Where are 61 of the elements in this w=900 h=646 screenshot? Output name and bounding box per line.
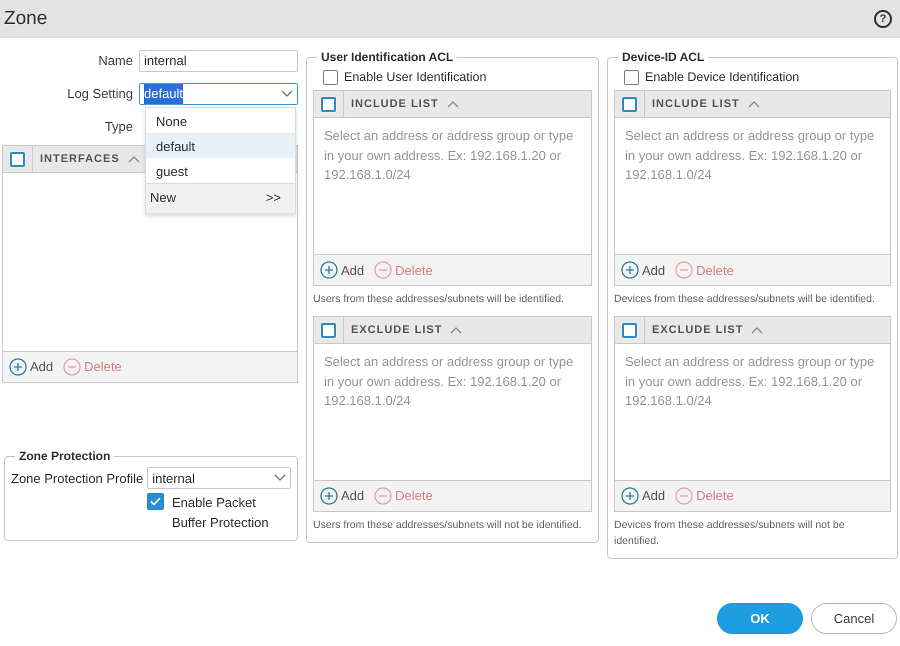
add-button[interactable]: Add (621, 486, 666, 506)
delete-icon (675, 261, 694, 280)
empty-list-hint: Select an address or address group or type in your own address. Ex: 192.168.1.20 or 192.168.1.0/24 (625, 353, 876, 410)
add-button[interactable]: Add (320, 486, 364, 506)
field-label: Name (97, 52, 134, 70)
add-button[interactable]: Add (621, 260, 666, 280)
empty-list-hint: Select an address or address group or type in your own address. Ex: 192.168.1.20 or 192.168.1.0/24 (324, 127, 574, 184)
help-text: Devices from these addresses/subnets will be identified. (614, 292, 876, 308)
checkbox[interactable] (624, 70, 639, 85)
section-legend: User Identification ACL (317, 50, 458, 64)
empty-list-hint: Select an address or address group or type in your own address. Ex: 192.168.1.20 or 192.168.1.0/24 (625, 127, 876, 184)
add-icon (621, 261, 639, 280)
checkbox[interactable] (323, 70, 338, 85)
add-icon (320, 487, 338, 506)
field-label: Log Setting (66, 85, 134, 104)
delete-icon (63, 358, 82, 376)
sort-icon[interactable] (128, 155, 140, 163)
window-title: Zone (4, 8, 48, 30)
add-button[interactable]: Add (9, 357, 54, 377)
input-field[interactable]: internal (139, 50, 298, 72)
checkbox[interactable] (622, 322, 637, 338)
checkbox-label: Enable Device Identification (645, 69, 800, 86)
dropdown-option[interactable]: guest (146, 158, 295, 183)
add-icon (320, 261, 338, 280)
column-header[interactable]: INTERFACES (33, 150, 120, 168)
checkbox[interactable] (321, 322, 336, 338)
checkmark-icon (150, 497, 161, 506)
help-text: Users from these addresses/subnets will be identified. (313, 292, 565, 308)
cancel-button[interactable]: Cancel (811, 603, 897, 634)
help-icon[interactable]: ? (874, 10, 892, 28)
checkbox[interactable] (622, 96, 637, 112)
add-icon (621, 487, 639, 506)
caret-icon[interactable] (274, 474, 286, 482)
sort-icon[interactable] (446, 100, 459, 108)
empty-list-hint: Select an address or address group or type in your own address. Ex: 192.168.1.20 or 192.168.1.0/24 (324, 353, 574, 410)
field-label: Zone Protection Profile (11, 470, 144, 488)
checkbox-label: Enable Packet Buffer Protection (172, 494, 270, 532)
dropdown-option[interactable]: default (146, 133, 295, 158)
section-legend: Device-ID ACL (618, 50, 708, 64)
add-icon (9, 358, 27, 376)
delete-icon (374, 487, 392, 506)
sort-icon[interactable] (748, 100, 760, 108)
select-field[interactable]: internal (147, 467, 291, 490)
select-field[interactable]: default (139, 83, 298, 105)
caret-icon[interactable] (281, 90, 293, 98)
option-label: New (150, 189, 176, 207)
help-text: Users from these addresses/subnets will not be identified. (313, 518, 582, 534)
checkbox-label: Enable User Identification (344, 69, 486, 86)
delete-icon (675, 487, 694, 506)
sort-icon[interactable] (751, 326, 764, 334)
add-button[interactable]: Add (320, 260, 364, 280)
field-label: Type (104, 118, 134, 136)
checkbox[interactable] (147, 493, 164, 510)
help-text: Devices from these addresses/subnets will not be identified. (614, 518, 846, 549)
checkbox[interactable] (321, 96, 336, 112)
sort-icon[interactable] (450, 326, 462, 334)
checkbox[interactable] (10, 152, 25, 166)
dropdown-option[interactable]: None (146, 108, 295, 133)
submenu-arrow: >> (266, 189, 281, 207)
section-legend: Zone Protection (15, 449, 114, 464)
delete-icon (374, 261, 392, 280)
